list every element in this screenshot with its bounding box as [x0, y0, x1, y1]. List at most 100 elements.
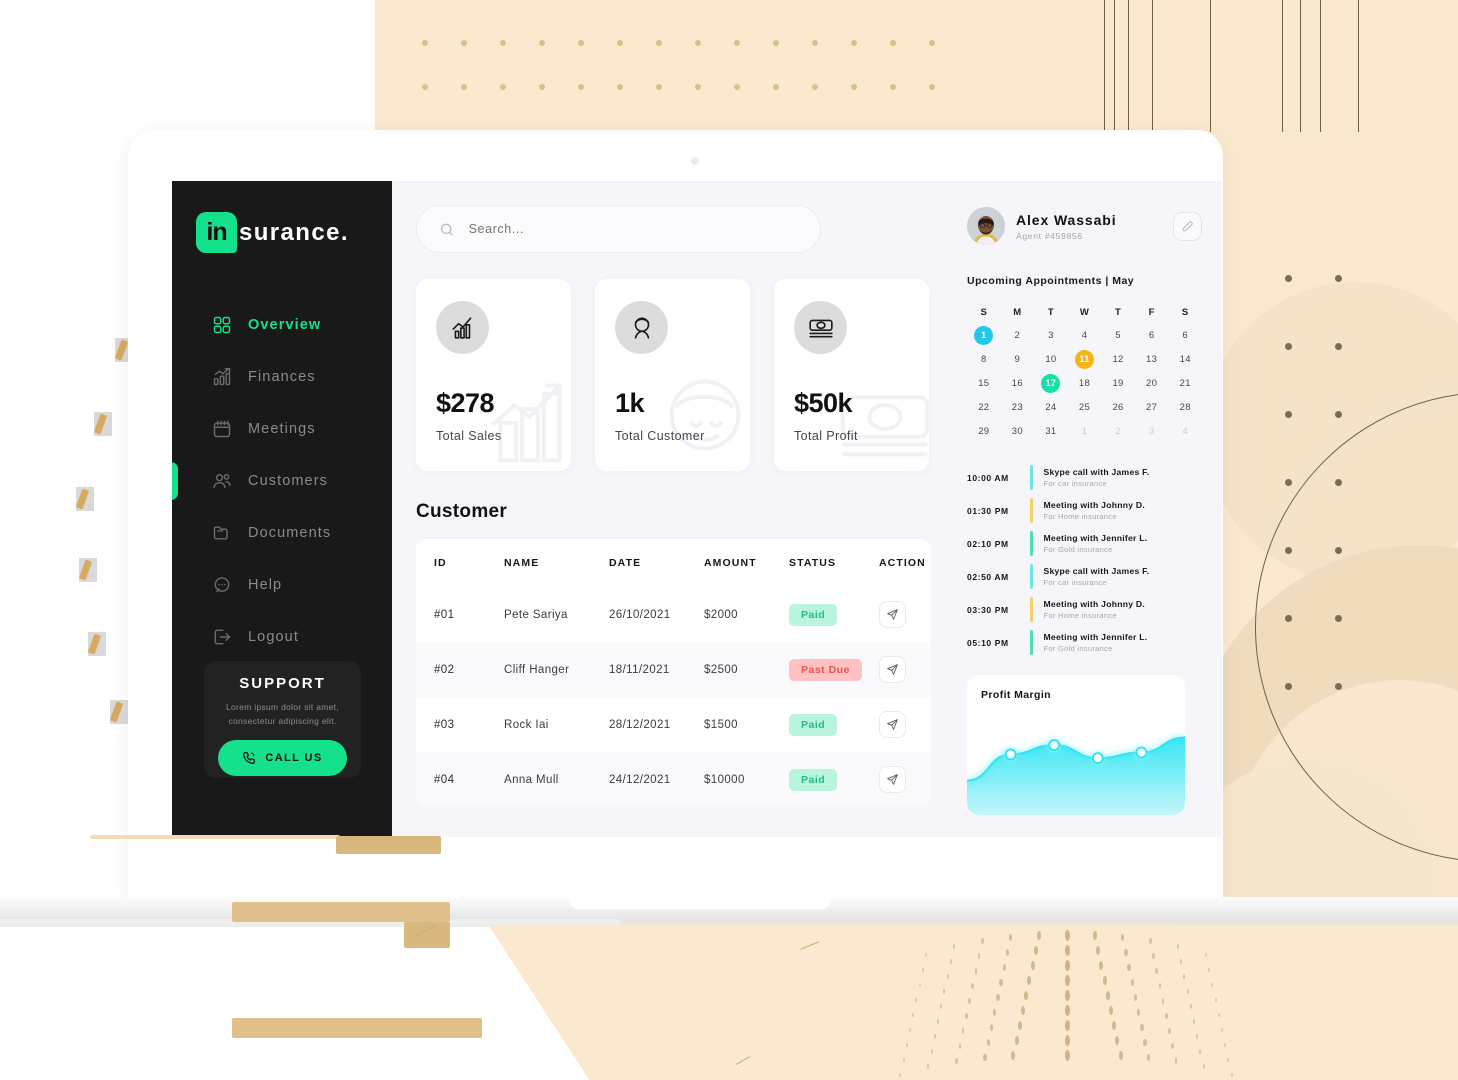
table-row[interactable]: #02 Cliff Hanger 18/11/2021 $2500 Past Due [416, 642, 931, 697]
decor-dot [1335, 615, 1342, 622]
decor-dot [1124, 948, 1128, 957]
edit-profile-button[interactable] [1173, 211, 1202, 241]
sidebar-item-customers[interactable]: Customers [172, 455, 392, 507]
calendar-day[interactable]: 12 [1101, 347, 1135, 371]
page-title: Customer [416, 501, 508, 522]
sidebar-item-finances[interactable]: Finances [172, 351, 392, 403]
decor-dot [1037, 930, 1042, 940]
table-cell-amount: $2500 [704, 663, 738, 676]
table-cell-name: Cliff Hanger [504, 663, 570, 676]
table-row[interactable]: #03 Rock Iai 28/12/2021 $1500 Paid [416, 697, 931, 752]
calendar-day[interactable]: 11 [1068, 347, 1102, 371]
appointment-time: 01:30 PM [967, 505, 1009, 516]
search-bar[interactable] [416, 205, 821, 253]
appointment-time: 05:10 PM [967, 637, 1009, 648]
calendar-day[interactable]: 3 [1034, 323, 1068, 347]
main-content: $278 Total Sales 1k Total Customer $50k Total… [392, 181, 957, 837]
decor-dot [961, 1028, 965, 1035]
appointment-item[interactable]: 05:10 PM Meeting with Jennifer L. For Gold… [967, 626, 1202, 659]
calendar-day[interactable]: 22 [967, 395, 1001, 419]
decor-dot [1112, 1020, 1117, 1030]
sidebar-item-overview[interactable]: Overview [172, 299, 392, 351]
sidebar-item-meetings[interactable]: Meetings [172, 403, 392, 455]
decor-dot [1014, 1035, 1019, 1045]
table-column-header: DATE [609, 557, 642, 569]
calendar-day[interactable]: 24 [1034, 395, 1068, 419]
appointment-item[interactable]: 10:00 AM Skype call with James F. For car … [967, 461, 1202, 494]
appointment-item[interactable]: 01:30 PM Meeting with Johnny D. For Home i… [967, 494, 1202, 527]
calendar-day[interactable]: 4 [1068, 323, 1102, 347]
stat-card: $278 Total Sales [416, 279, 571, 471]
table-cell-amount: $2000 [704, 608, 738, 621]
decor-dot [1130, 978, 1134, 987]
table-row[interactable]: #04 Anna Mull 24/12/2021 $10000 Paid [416, 752, 931, 807]
calendar-day[interactable]: 13 [1135, 347, 1169, 371]
calendar-day[interactable]: 5 [1101, 323, 1135, 347]
avatar[interactable] [967, 207, 1005, 245]
calendar-day[interactable]: 27 [1135, 395, 1169, 419]
send-button[interactable] [879, 601, 906, 628]
support-card: SUPPORT Lorem ipsum dolor sit amet, cons… [204, 661, 361, 778]
send-button[interactable] [879, 656, 906, 683]
calendar-day[interactable]: 18 [1068, 371, 1102, 395]
calendar-day[interactable]: 28 [1168, 395, 1202, 419]
table-row[interactable]: #01 Pete Sariya 26/10/2021 $2000 Paid [416, 587, 931, 642]
decor-dot [912, 1012, 915, 1017]
calendar-day[interactable]: 1 [967, 323, 1001, 347]
appointment-item[interactable]: 02:10 PM Meeting with Jennifer L. For Gold… [967, 527, 1202, 560]
right-panel: Alex Wassabi Agent #459856 Upcoming Appo… [957, 181, 1222, 837]
appointment-color-bar [1030, 564, 1033, 589]
decor-dot [1030, 960, 1035, 970]
calendar-day[interactable]: 10 [1034, 347, 1068, 371]
calendar-day[interactable]: 25 [1068, 395, 1102, 419]
calendar-day[interactable]: 3 [1135, 419, 1169, 443]
brand-logo[interactable]: in surance. [172, 181, 392, 253]
sidebar-item-documents[interactable]: Documents [172, 507, 392, 559]
decor-dot [1065, 975, 1070, 986]
search-input[interactable] [468, 222, 798, 236]
calendar-day[interactable]: 15 [967, 371, 1001, 395]
appointment-time: 03:30 PM [967, 604, 1009, 615]
calendar-day[interactable]: 19 [1101, 371, 1135, 395]
calendar-day[interactable]: 23 [1001, 395, 1035, 419]
call-us-button[interactable]: CALL US [218, 740, 347, 777]
calendar-day[interactable]: 1 [1068, 419, 1102, 443]
calendar-day[interactable]: 30 [1001, 419, 1035, 443]
calendar-day[interactable]: 17 [1034, 371, 1068, 395]
status-badge: Past Due [789, 658, 862, 681]
calendar-day[interactable]: 6 [1135, 323, 1169, 347]
decor-dot [1065, 1020, 1070, 1031]
decor-dot [905, 1042, 908, 1047]
calendar-day[interactable]: 2 [1101, 419, 1135, 443]
calendar-day[interactable]: 8 [967, 347, 1001, 371]
appointment-item[interactable]: 03:30 PM Meeting with Johnny D. For Home i… [967, 593, 1202, 626]
decor-dot [1285, 683, 1292, 690]
calendar-day[interactable]: 14 [1168, 347, 1202, 371]
calendar-day[interactable]: 6 [1168, 323, 1202, 347]
calendar-day[interactable]: 4 [1168, 419, 1202, 443]
stat-card: 1k Total Customer [595, 279, 750, 471]
table-cell-amount: $10000 [704, 773, 745, 786]
send-button[interactable] [879, 711, 906, 738]
calendar-day[interactable]: 16 [1001, 371, 1035, 395]
sidebar-item-logout[interactable]: Logout [172, 611, 392, 663]
calendar-day[interactable]: 20 [1135, 371, 1169, 395]
appointment-color-bar [1030, 630, 1033, 655]
calendar-week-row: 8 9 10 11 12 13 14 [967, 347, 1202, 371]
calendar-day[interactable]: 9 [1001, 347, 1035, 371]
table-cell-id: #01 [434, 608, 455, 621]
appointment-item[interactable]: 02:50 AM Skype call with James F. For car … [967, 560, 1202, 593]
calendar-day[interactable]: 29 [967, 419, 1001, 443]
calendar-day[interactable]: 26 [1101, 395, 1135, 419]
calendar-day[interactable]: 21 [1168, 371, 1202, 395]
stat-card: $50k Total Profit [774, 279, 929, 471]
sidebar-item-help[interactable]: Help [172, 559, 392, 611]
decor-dot [1335, 683, 1342, 690]
calendar-day[interactable]: 31 [1034, 419, 1068, 443]
sidebar-item-label: Overview [248, 317, 322, 333]
send-button[interactable] [879, 766, 906, 793]
decor-dot [1224, 1042, 1227, 1047]
decor-line [1128, 0, 1130, 132]
calendar-day[interactable]: 2 [1001, 323, 1035, 347]
decor-dot [1186, 989, 1189, 994]
